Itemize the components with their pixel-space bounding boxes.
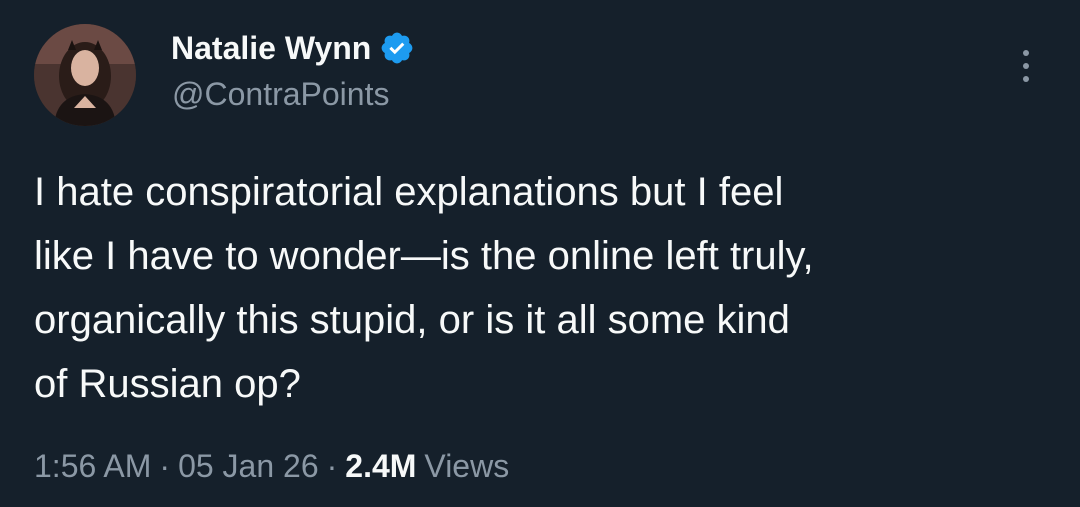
meta-separator: · xyxy=(326,448,338,484)
verified-badge-icon xyxy=(379,30,415,66)
tweet-card: Natalie Wynn @ContraPoints I hate conspi… xyxy=(0,0,1080,507)
author-name-row: Natalie Wynn xyxy=(171,28,415,68)
more-dot xyxy=(1023,50,1029,56)
tweet-meta: 1:56 AM · 05 Jan 26 · 2.4M Views xyxy=(34,448,509,485)
more-dot xyxy=(1023,63,1029,69)
view-count[interactable]: 2.4M xyxy=(345,448,416,485)
tweet-date[interactable]: 05 Jan 26 xyxy=(178,448,319,485)
meta-separator: · xyxy=(159,448,171,484)
tweet-text: I hate conspiratorial explanations but I… xyxy=(34,170,814,406)
views-label[interactable]: Views xyxy=(424,448,509,485)
more-options-icon[interactable] xyxy=(1012,48,1040,84)
author-handle[interactable]: @ContraPoints xyxy=(172,76,389,113)
more-dot xyxy=(1023,76,1029,82)
avatar[interactable] xyxy=(34,24,136,126)
author-display-name[interactable]: Natalie Wynn xyxy=(171,30,371,67)
tweet-time[interactable]: 1:56 AM xyxy=(34,448,151,485)
